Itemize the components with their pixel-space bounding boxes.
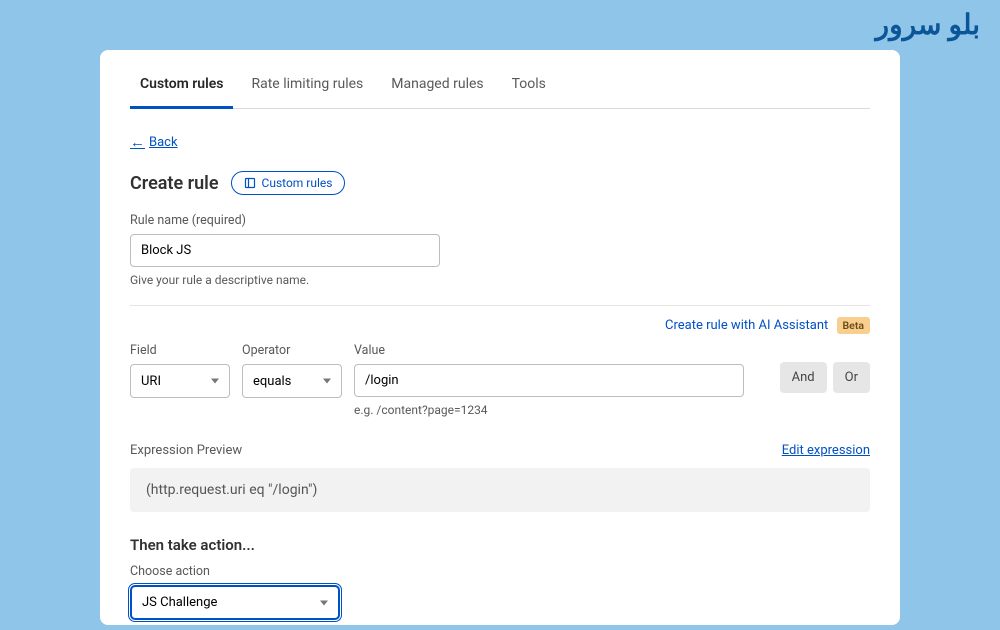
operator-select[interactable]: equals [242, 364, 342, 398]
operator-select-value: equals [253, 374, 291, 389]
rule-name-label: Rule name (required) [130, 213, 870, 228]
tab-managed-rules[interactable]: Managed rules [381, 72, 493, 108]
beta-badge: Beta [837, 317, 870, 334]
tab-tools[interactable]: Tools [502, 72, 556, 108]
action-select[interactable]: JS Challenge [130, 585, 340, 620]
page-title: Create rule [130, 173, 219, 194]
expression-preview-box: (http.request.uri eq "/login") [130, 468, 870, 512]
tab-rate-limiting[interactable]: Rate limiting rules [241, 72, 373, 108]
main-panel: Custom rules Rate limiting rules Managed… [100, 50, 900, 625]
or-button[interactable]: Or [833, 362, 870, 393]
action-select-value: JS Challenge [142, 595, 217, 610]
pill-label: Custom rules [262, 176, 333, 190]
ai-assistant-link[interactable]: Create rule with AI Assistant [665, 318, 828, 333]
expression-preview-label: Expression Preview [130, 443, 242, 458]
field-label: Field [130, 343, 230, 358]
divider [130, 305, 870, 306]
rule-name-input[interactable] [130, 234, 440, 267]
operator-label: Operator [242, 343, 342, 358]
action-section-title: Then take action... [130, 536, 870, 554]
rule-name-helper: Give your rule a descriptive name. [130, 273, 870, 287]
edit-expression-link[interactable]: Edit expression [782, 443, 870, 458]
tab-custom-rules[interactable]: Custom rules [130, 72, 233, 109]
custom-rules-pill[interactable]: Custom rules [231, 171, 346, 195]
back-label: Back [149, 135, 178, 150]
arrow-left-icon: ← [130, 133, 145, 151]
field-select[interactable]: URI [130, 364, 230, 398]
field-select-value: URI [141, 374, 161, 389]
back-link[interactable]: ← Back [130, 133, 178, 151]
value-example: e.g. /content?page=1234 [354, 403, 768, 417]
book-icon [244, 177, 256, 189]
tabs-bar: Custom rules Rate limiting rules Managed… [130, 72, 870, 109]
value-label: Value [354, 343, 768, 358]
and-button[interactable]: And [780, 362, 827, 393]
brand-logo-text: بلو سرور [876, 8, 980, 41]
value-input[interactable] [354, 364, 744, 397]
choose-action-label: Choose action [130, 564, 870, 579]
